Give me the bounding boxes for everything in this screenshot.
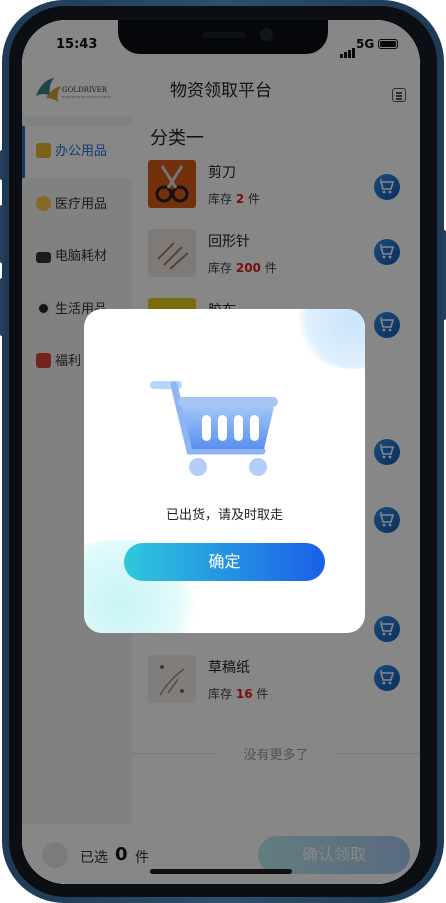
shopping-cart-icon <box>150 381 278 476</box>
volume-down-button <box>0 278 4 336</box>
volume-up-button <box>0 205 4 263</box>
ok-button[interactable]: 确定 <box>124 543 325 581</box>
power-button <box>442 230 446 320</box>
home-indicator[interactable] <box>150 869 292 874</box>
dialog-message: 已出货，请及时取走 <box>165 508 283 523</box>
screen: 15:43 5G GOLDRIVER EXPERIENCE EXCELLENCE… <box>22 20 420 884</box>
side-button <box>0 150 4 180</box>
shipment-dialog: 已出货，请及时取走 确定 <box>84 309 365 633</box>
decor-blob <box>294 309 365 369</box>
